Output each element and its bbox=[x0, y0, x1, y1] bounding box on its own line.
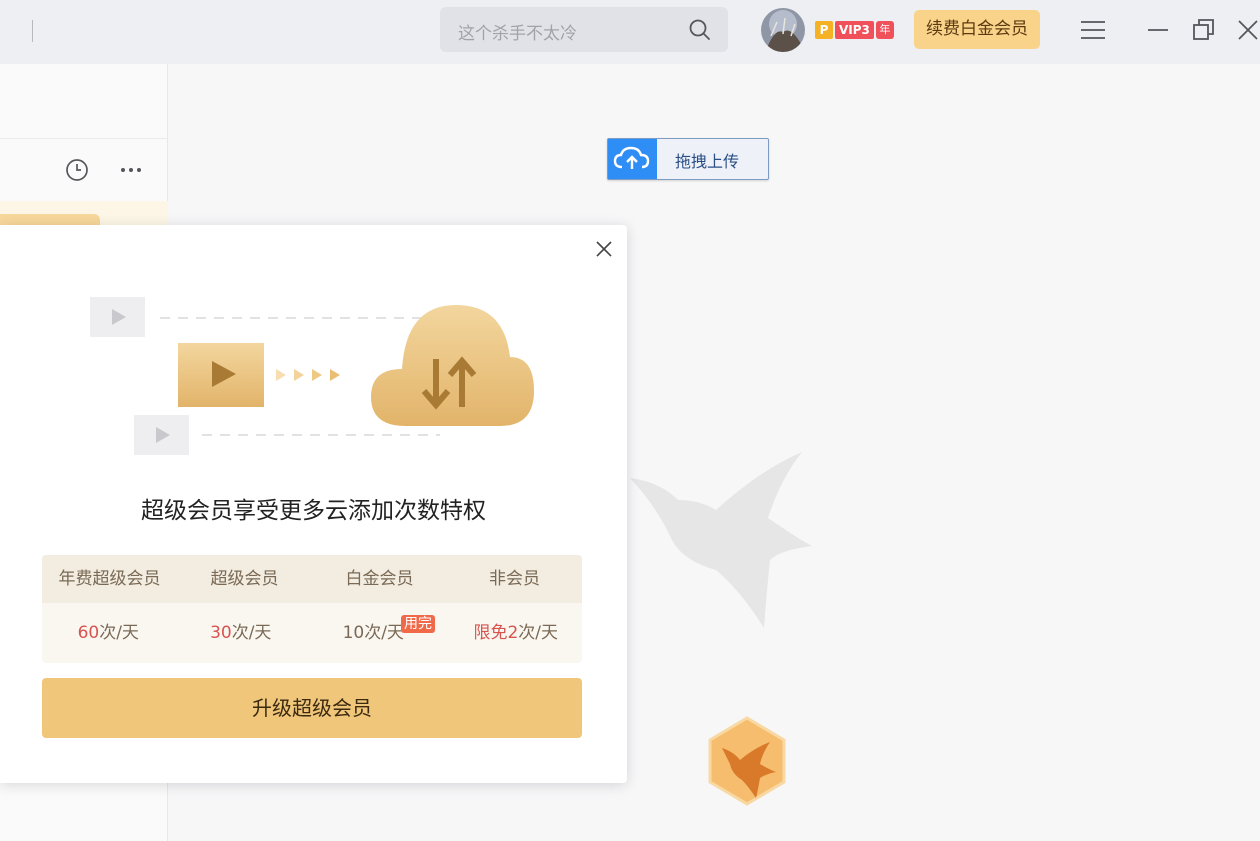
membership-comparison-table: 年费超级会员 超级会员 白金会员 非会员 60次/天 30次/天 10次/天 用… bbox=[42, 555, 582, 663]
header-platinum: 白金会员 bbox=[345, 569, 414, 589]
title-separator bbox=[32, 20, 33, 42]
close-icon[interactable] bbox=[594, 239, 614, 259]
vip-badges: P VIP3 年 bbox=[815, 21, 894, 39]
restore-icon[interactable] bbox=[1190, 16, 1218, 44]
avatar[interactable] bbox=[761, 8, 805, 52]
quota-platinum: 10次/天 用完 bbox=[307, 603, 450, 663]
header-annual-super: 年费超级会员 bbox=[58, 569, 161, 589]
search-box[interactable]: 这个杀手不太冷 bbox=[440, 7, 728, 52]
bird-watermark-icon bbox=[630, 452, 812, 628]
quota-super: 30次/天 bbox=[210, 623, 272, 643]
minimize-icon[interactable] bbox=[1145, 16, 1173, 44]
membership-modal: 超级会员享受更多云添加次数特权 年费超级会员 超级会员 白金会员 非会员 60次… bbox=[0, 225, 627, 783]
year-badge: 年 bbox=[875, 21, 894, 39]
table-row: 60次/天 30次/天 10次/天 用完 限免2次/天 bbox=[42, 603, 582, 663]
header-super: 超级会员 bbox=[210, 569, 279, 589]
upgrade-super-member-button[interactable]: 升级超级会员 bbox=[42, 678, 582, 738]
drag-upload-button[interactable]: 拖拽上传 bbox=[607, 138, 769, 180]
table-header-row: 年费超级会员 超级会员 白金会员 非会员 bbox=[42, 555, 582, 603]
quota-annual-super: 60次/天 bbox=[77, 623, 139, 643]
panel-divider bbox=[0, 138, 168, 139]
app-logo-icon[interactable] bbox=[704, 708, 790, 812]
cloud-upload-icon bbox=[613, 146, 650, 169]
quota-non-member: 限免2次/天 bbox=[473, 623, 559, 643]
search-input[interactable]: 这个杀手不太冷 bbox=[458, 19, 577, 44]
more-icon[interactable] bbox=[118, 160, 144, 180]
close-window-icon[interactable] bbox=[1234, 16, 1260, 44]
cloud-add-illustration bbox=[90, 297, 534, 455]
renew-platinum-button[interactable]: 续费白金会员 bbox=[914, 10, 1040, 49]
upload-icon-container bbox=[608, 139, 657, 179]
header-non-member: 非会员 bbox=[489, 569, 540, 589]
title-bar: 这个杀手不太冷 P VIP3 年 续费白金会员 bbox=[0, 0, 1260, 64]
p-badge: P bbox=[815, 21, 833, 39]
modal-title: 超级会员享受更多云添加次数特权 bbox=[141, 498, 486, 524]
search-icon[interactable] bbox=[688, 18, 712, 42]
upload-label: 拖拽上传 bbox=[675, 152, 740, 171]
menu-icon[interactable] bbox=[1079, 16, 1107, 44]
used-up-badge: 用完 bbox=[401, 615, 435, 633]
vip-level-badge: VIP3 bbox=[835, 21, 874, 39]
clock-icon[interactable] bbox=[65, 158, 89, 182]
